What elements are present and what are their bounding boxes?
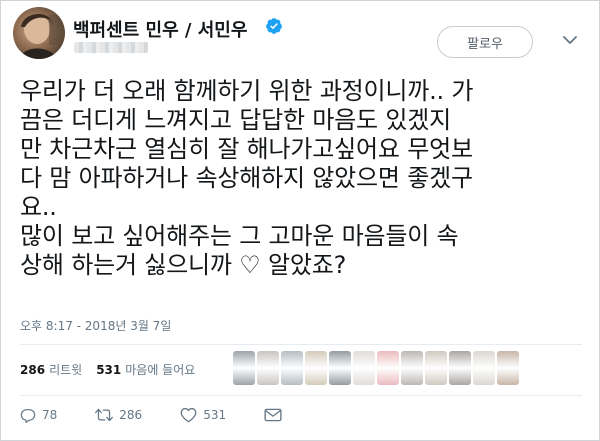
- heart-icon: [180, 407, 197, 423]
- tweet-timestamp[interactable]: 오후 8:17 - 2018년 3월 7일: [20, 317, 171, 334]
- divider: [20, 344, 582, 345]
- retweet-action[interactable]: 286: [95, 407, 142, 423]
- tweet-actions: 78 286 531: [20, 407, 320, 423]
- verified-badge-icon: [266, 18, 282, 34]
- display-name[interactable]: 백퍼센트 민우 / 서민우: [73, 16, 247, 42]
- divider: [20, 395, 582, 396]
- liker-avatar[interactable]: [233, 351, 255, 385]
- retweet-icon: [95, 408, 114, 422]
- liker-avatar[interactable]: [401, 351, 423, 385]
- like-stat[interactable]: 531 마음에 들어요: [96, 361, 195, 378]
- reply-action[interactable]: 78: [20, 407, 57, 423]
- like-count: 531: [203, 408, 227, 422]
- reply-icon: [20, 409, 36, 423]
- liker-avatar[interactable]: [353, 351, 375, 385]
- tweet-text: 우리가 더 오래 함께하기 위한 과정이니까.. 가 끔은 더디게 느껴지고 답…: [20, 77, 474, 279]
- liker-avatar[interactable]: [257, 351, 279, 385]
- liker-avatars: [233, 351, 519, 385]
- liker-avatar[interactable]: [425, 351, 447, 385]
- retweet-stat[interactable]: 286 리트윗: [20, 361, 82, 378]
- username-redacted: [74, 42, 148, 53]
- liker-avatar[interactable]: [497, 351, 519, 385]
- retweet-count: 286: [119, 408, 143, 422]
- liker-avatar[interactable]: [473, 351, 495, 385]
- direct-message-action[interactable]: [264, 408, 282, 422]
- mail-icon: [264, 408, 282, 422]
- engagement-stats: 286 리트윗 531 마음에 들어요: [20, 361, 195, 378]
- follow-button[interactable]: 팔로우: [437, 26, 533, 58]
- liker-avatar[interactable]: [449, 351, 471, 385]
- reply-count: 78: [42, 408, 58, 422]
- chevron-down-icon[interactable]: [559, 29, 581, 51]
- liker-avatar[interactable]: [377, 351, 399, 385]
- tweet-card: 백퍼센트 민우 / 서민우 팔로우 우리가 더 오래 함께하기 위한 과정이니까…: [0, 0, 600, 441]
- like-action[interactable]: 531: [180, 407, 226, 423]
- liker-avatar[interactable]: [305, 351, 327, 385]
- liker-avatar[interactable]: [329, 351, 351, 385]
- liker-avatar[interactable]: [281, 351, 303, 385]
- avatar[interactable]: [13, 7, 65, 59]
